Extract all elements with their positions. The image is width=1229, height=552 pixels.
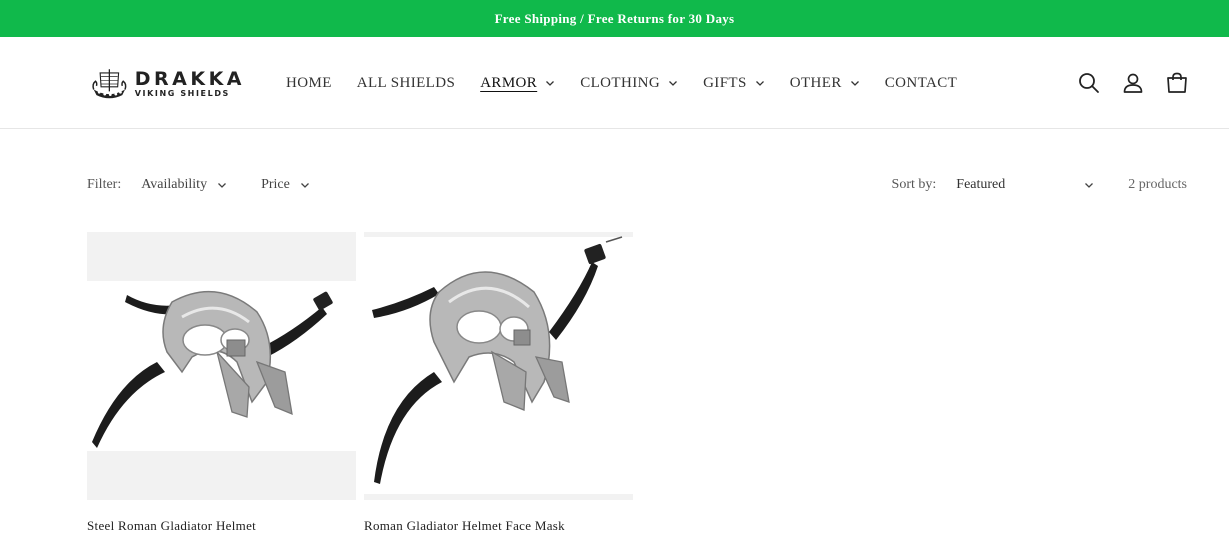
- nav-item-clothing[interactable]: CLOTHING: [580, 75, 678, 92]
- facet-label: Availability: [141, 177, 208, 192]
- nav-label: GIFTS: [703, 74, 747, 91]
- chevron-down-icon: [300, 183, 309, 188]
- nav-item-gifts[interactable]: GIFTS: [703, 75, 765, 92]
- filter-bar: Filter: Availability Price Sort by: Feat…: [87, 172, 1187, 198]
- nav-item-home[interactable]: HOME: [286, 75, 332, 92]
- chevron-down-icon: [1085, 183, 1094, 188]
- search-icon[interactable]: [1077, 71, 1101, 95]
- announcement-bar: Free Shipping / Free Returns for 30 Days: [0, 0, 1229, 37]
- filter-label: Filter:: [87, 177, 122, 192]
- nav-label: ARMOR: [480, 74, 538, 91]
- chevron-down-icon: [850, 81, 859, 86]
- cart-icon[interactable]: [1165, 71, 1189, 95]
- product-title[interactable]: Roman Gladiator Helmet Face Mask: [364, 518, 633, 534]
- nav-label: HOME: [286, 74, 332, 91]
- gladiator-face-mask-image: [364, 236, 633, 494]
- product-title[interactable]: Steel Roman Gladiator Helmet: [87, 518, 356, 534]
- nav-label: ALL SHIELDS: [356, 74, 456, 91]
- chevron-down-icon: [669, 81, 678, 86]
- product-image[interactable]: [364, 232, 633, 500]
- nav-item-all-shields[interactable]: ALL SHIELDS: [357, 75, 455, 92]
- product-card[interactable]: Steel Roman Gladiator Helmet: [87, 232, 356, 534]
- product-count: 2 products: [1128, 177, 1187, 192]
- chevron-down-icon: [546, 81, 555, 86]
- header-icons: [1057, 37, 1189, 129]
- gladiator-helmet-image: [87, 281, 356, 451]
- viking-ship-icon: [92, 69, 127, 99]
- chevron-down-icon: [218, 183, 227, 188]
- account-icon[interactable]: [1121, 71, 1145, 95]
- product-grid: Steel Roman Gladiator Helmet Roman Gladi…: [87, 232, 641, 534]
- nav-label: CLOTHING: [580, 74, 661, 91]
- brand-name: DRAKKA: [134, 68, 245, 90]
- nav-item-contact[interactable]: CONTACT: [885, 75, 957, 92]
- product-image[interactable]: [87, 232, 356, 500]
- nav-item-armor[interactable]: ARMOR: [480, 75, 555, 92]
- brand-tagline: VIKING SHIELDS: [134, 89, 230, 98]
- brand-logo[interactable]: DRAKKA VIKING SHIELDS: [90, 64, 245, 104]
- sort-value: Featured: [956, 177, 1006, 192]
- filter-availability[interactable]: Availability: [141, 177, 227, 193]
- product-card[interactable]: Roman Gladiator Helmet Face Mask: [364, 232, 633, 534]
- nav-label: OTHER: [789, 74, 842, 91]
- site-header: DRAKKA VIKING SHIELDS HOME ALL SHIELDS A…: [0, 37, 1229, 129]
- sort-select[interactable]: Featured: [956, 177, 1094, 193]
- sort-label: Sort by:: [891, 177, 937, 192]
- filter-price[interactable]: Price: [261, 177, 310, 193]
- facet-label: Price: [261, 177, 290, 192]
- nav-label: CONTACT: [884, 74, 958, 91]
- nav-item-other[interactable]: OTHER: [790, 75, 860, 92]
- main-nav: HOME ALL SHIELDS ARMOR CLOTHING GIFTS OT…: [286, 37, 982, 129]
- announcement-text: Free Shipping / Free Returns for 30 Days: [494, 10, 735, 26]
- chevron-down-icon: [755, 81, 764, 86]
